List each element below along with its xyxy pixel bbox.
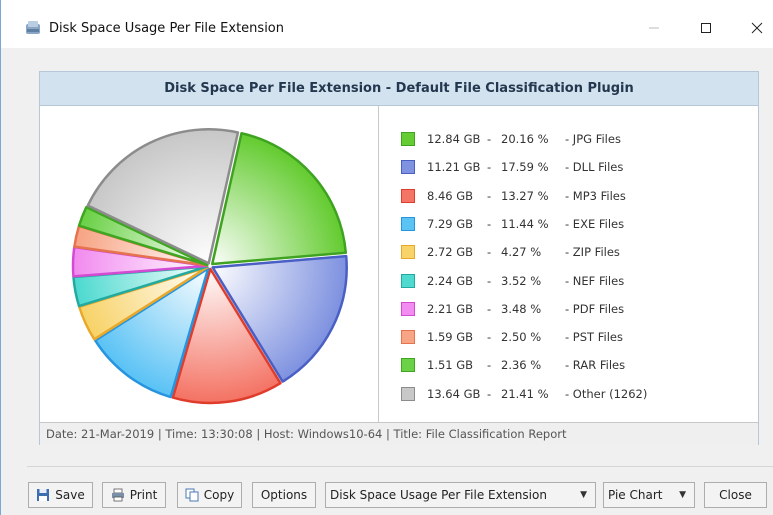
legend-separator: -: [487, 273, 492, 288]
app-icon: [25, 20, 41, 36]
legend-percent: 13.27 %: [501, 188, 549, 203]
toolbar-divider: [27, 466, 773, 467]
legend-item: 1.59 GB -2.50 % - PST Files: [401, 328, 623, 346]
legend-size: 1.51 GB: [427, 358, 474, 373]
legend-swatch: [401, 160, 415, 175]
legend-item: 13.64 GB -21.41 % - Other (1262): [401, 385, 647, 403]
report-footer-text: Date: 21-Mar-2019 | Time: 13:30:08 | Hos…: [46, 427, 567, 441]
close-window-button[interactable]: [745, 16, 769, 40]
options-label: Options: [260, 488, 308, 502]
legend-label: - PST Files: [565, 330, 623, 345]
legend-percent: 2.36 %: [501, 358, 542, 373]
legend-swatch: [401, 330, 415, 345]
legend-separator: -: [487, 216, 492, 231]
report-window: Disk Space Usage Per File Extension Disk…: [0, 0, 773, 515]
legend-percent: 21.41 %: [501, 386, 549, 401]
legend-separator: -: [487, 330, 492, 345]
legend-separator: -: [487, 301, 492, 316]
title-bar[interactable]: Disk Space Usage Per File Extension: [1, 0, 773, 48]
legend-swatch: [401, 188, 415, 203]
legend-separator: -: [487, 132, 492, 146]
legend-item: 7.29 GB -11.44 % - EXE Files: [401, 215, 624, 233]
copy-button[interactable]: Copy: [177, 482, 242, 508]
legend-swatch: [401, 386, 415, 401]
print-button[interactable]: Print: [102, 482, 166, 508]
pie-chart: [71, 128, 348, 405]
legend-item: 8.46 GB -13.27 % - MP3 Files: [401, 187, 626, 205]
legend-size: 2.24 GB: [427, 273, 474, 288]
legend-size: 8.46 GB: [427, 188, 474, 203]
close-button[interactable]: Close: [704, 482, 767, 508]
legend-label: - Other (1262): [565, 386, 648, 401]
report-type-select[interactable]: Disk Space Usage Per File Extension ▼: [325, 482, 596, 508]
legend-percent: 2.50 %: [501, 330, 542, 345]
legend-item: 2.24 GB -3.52 % - NEF Files: [401, 272, 624, 290]
copy-icon: [185, 488, 199, 502]
legend-separator: -: [487, 358, 492, 373]
legend-size: 1.59 GB: [427, 330, 474, 345]
report-panel: Disk Space Per File Extension - Default …: [39, 71, 759, 445]
close-label: Close: [719, 488, 752, 502]
report-type-value: Disk Space Usage Per File Extension: [330, 488, 547, 502]
legend-size: 12.84 GB: [427, 132, 481, 146]
legend-item: 11.21 GB -17.59 % - DLL Files: [401, 158, 623, 176]
legend-size: 2.21 GB: [427, 301, 474, 316]
report-header: Disk Space Per File Extension - Default …: [40, 72, 758, 106]
legend-percent: 17.59 %: [501, 160, 549, 175]
legend-swatch: [401, 301, 415, 316]
legend-separator: -: [487, 160, 492, 175]
legend-item: 2.21 GB -3.48 % - PDF Files: [401, 300, 624, 318]
report-title: Disk Space Per File Extension - Default …: [164, 81, 634, 96]
legend-label: - JPG Files: [565, 132, 621, 146]
legend-percent: 11.44 %: [501, 216, 549, 231]
save-button[interactable]: Save: [28, 482, 93, 508]
legend-label: - MP3 Files: [565, 188, 626, 203]
legend-item: 1.51 GB -2.36 % - RAR Files: [401, 356, 625, 374]
legend-percent: 3.48 %: [501, 301, 542, 316]
legend-swatch: [401, 358, 415, 373]
report-footer: Date: 21-Mar-2019 | Time: 13:30:08 | Hos…: [40, 422, 758, 445]
legend-label: - RAR Files: [565, 358, 626, 373]
floppy-disk-icon: [36, 488, 50, 502]
chart-legend: 12.84 GB -20.16 % - JPG Files 11.21 GB -17.5…: [379, 106, 758, 422]
legend-label: - EXE Files: [565, 216, 625, 231]
legend-separator: -: [487, 188, 492, 203]
options-button[interactable]: Options: [252, 482, 316, 508]
chart-type-select[interactable]: Pie Chart ▼: [603, 482, 695, 508]
legend-swatch: [401, 132, 415, 146]
legend-percent: 3.52 %: [501, 273, 542, 288]
legend-item: 2.72 GB -4.27 % - ZIP Files: [401, 243, 620, 261]
legend-separator: -: [487, 386, 492, 401]
print-label: Print: [129, 488, 158, 502]
legend-label: - DLL Files: [565, 160, 624, 175]
window-title: Disk Space Usage Per File Extension: [49, 21, 284, 36]
chevron-down-icon: ▼: [580, 490, 587, 500]
legend-item: 12.84 GB -20.16 % - JPG Files: [401, 130, 621, 148]
legend-swatch: [401, 216, 415, 231]
pie-chart-area: [40, 106, 379, 422]
legend-percent: 20.16 %: [501, 132, 549, 146]
maximize-button[interactable]: [694, 16, 718, 40]
legend-size: 2.72 GB: [427, 245, 474, 260]
legend-size: 11.21 GB: [427, 160, 481, 175]
chevron-down-icon: ▼: [679, 490, 686, 500]
legend-size: 7.29 GB: [427, 216, 474, 231]
copy-label: Copy: [203, 488, 235, 502]
minimize-button[interactable]: [642, 16, 666, 40]
legend-label: - ZIP Files: [565, 245, 620, 260]
chart-type-value: Pie Chart: [608, 488, 663, 502]
printer-icon: [111, 488, 125, 502]
legend-label: - NEF Files: [565, 273, 625, 288]
legend-percent: 4.27 %: [501, 245, 542, 260]
legend-size: 13.64 GB: [427, 386, 481, 401]
save-label: Save: [55, 488, 85, 502]
legend-label: - PDF Files: [565, 301, 625, 316]
legend-swatch: [401, 273, 415, 288]
legend-separator: -: [487, 245, 492, 260]
legend-swatch: [401, 245, 415, 260]
